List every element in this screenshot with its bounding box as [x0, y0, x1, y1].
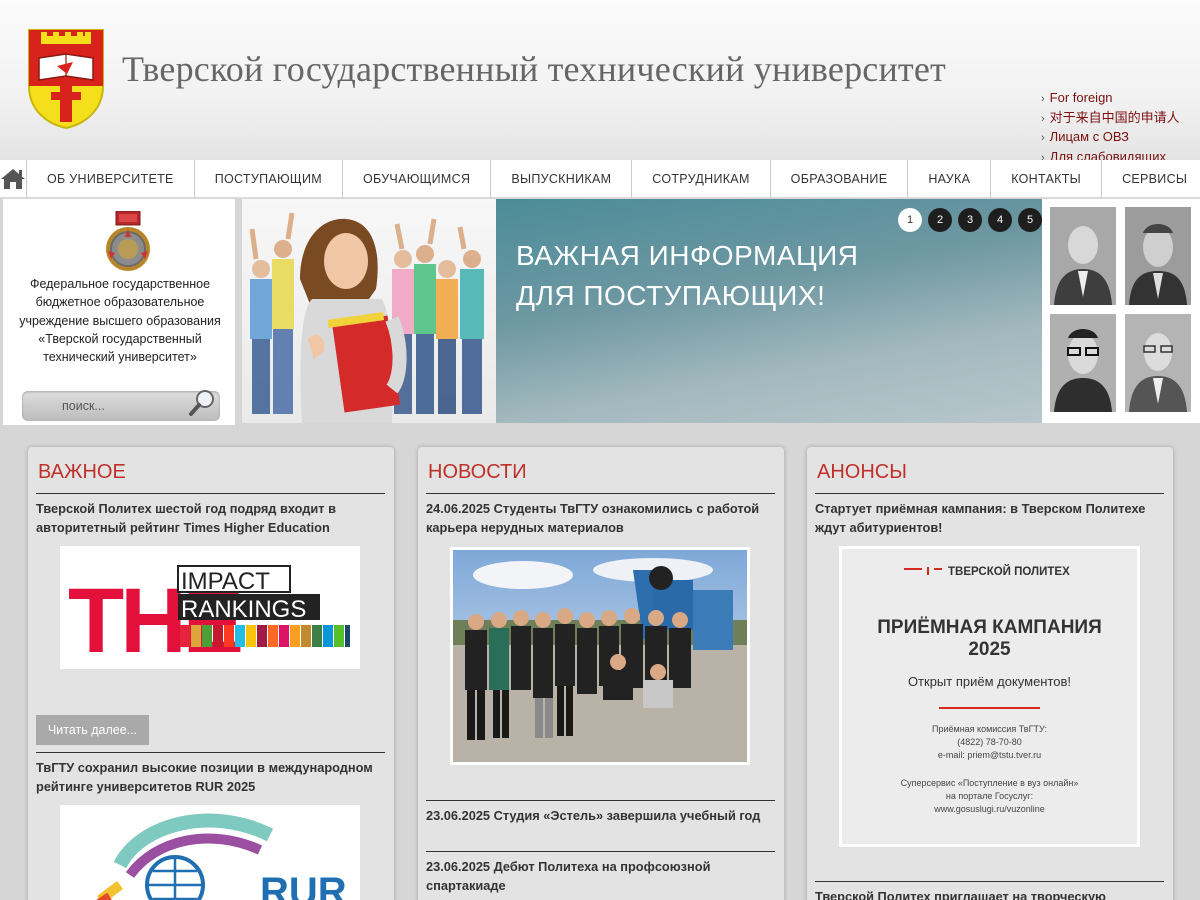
poster-service-portal: на портале Госуслуг: — [946, 791, 1033, 801]
organization-description: Федеральное государственное бюджетное об… — [19, 277, 221, 365]
divider — [36, 493, 385, 494]
rur-text: RUR — [260, 870, 347, 900]
news-quarry-photo[interactable] — [450, 547, 750, 765]
nav-graduates[interactable]: ВЫПУСКНИКАМ — [490, 159, 631, 198]
home-icon[interactable] — [0, 160, 26, 198]
search-icon[interactable] — [186, 387, 218, 419]
poster-subtitle: Открыт приём документов! — [908, 674, 1071, 689]
link-disabled-persons[interactable]: › Лицам с ОВЗ — [1041, 128, 1180, 148]
order-medal-icon — [106, 211, 150, 271]
banner-text-area: ВАЖНАЯ ИНФОРМАЦИЯ ДЛЯ ПОСТУПАЮЩИХ! 1 2 3… — [496, 199, 1042, 423]
search-box — [22, 390, 220, 421]
divider — [426, 493, 775, 494]
slider-dot-3[interactable]: 3 — [958, 208, 982, 232]
slider-dot-2[interactable]: 2 — [928, 208, 952, 232]
slider-dot-5[interactable]: 5 — [1018, 208, 1042, 232]
news-item-title[interactable]: 23.06.2025 Студия «Эстель» завершила уче… — [426, 807, 776, 826]
site-header: Тверской государственный технический уни… — [0, 0, 1200, 164]
poster-year: 2025 — [968, 639, 1011, 660]
nav-students[interactable]: ОБУЧАЮЩИМСЯ — [341, 159, 490, 198]
nav-education[interactable]: ОБРАЗОВАНИЕ — [769, 159, 908, 198]
divider — [815, 881, 1164, 882]
portrait-photo[interactable] — [1050, 314, 1116, 412]
nav-about[interactable]: ОБ УНИВЕРСИТЕТЕ — [26, 159, 194, 198]
portrait-photo[interactable] — [1050, 207, 1116, 305]
chevron-right-icon: › — [1041, 132, 1045, 145]
left-info-panel: Федеральное государственное бюджетное об… — [3, 199, 235, 425]
banner-students-image — [242, 199, 496, 423]
poster-title: ПРИЁМНАЯ КАМПАНИЯ — [877, 617, 1101, 638]
nav-applicants[interactable]: ПОСТУПАЮЩИМ — [193, 159, 342, 198]
portrait-photo[interactable] — [1125, 207, 1191, 305]
divider — [426, 800, 775, 801]
important-item-title[interactable]: ТвГТУ сохранил высокие позиции в междуна… — [36, 759, 386, 796]
banner-headline[interactable]: ВАЖНАЯ ИНФОРМАЦИЯ ДЛЯ ПОСТУПАЮЩИХ! — [516, 236, 936, 316]
slider-dot-4[interactable]: 4 — [988, 208, 1012, 232]
portraits-panel — [1042, 199, 1200, 423]
news-item-title[interactable]: 24.06.2025 Студенты ТвГТУ ознакомились с… — [426, 500, 776, 537]
chevron-right-icon: › — [1041, 112, 1045, 125]
poster-service-url: www.gosuslugi.ru/vuzonline — [933, 804, 1045, 814]
slider-dot-1[interactable]: 1 — [898, 208, 922, 232]
important-item-title[interactable]: Тверской Политех шестой год подряд входи… — [36, 500, 386, 537]
chevron-right-icon: › — [1041, 93, 1045, 105]
the-impact-rankings-image[interactable]: THE IMPACT RANKINGS — [60, 546, 360, 669]
nav-services[interactable]: СЕРВИСЫ — [1101, 159, 1200, 198]
announcements-heading: АНОНСЫ — [817, 461, 907, 483]
poster-email: e-mail: priem@tstu.tver.ru — [938, 750, 1041, 760]
university-crest-icon[interactable] — [27, 28, 105, 130]
poster-brand: ТВЕРСКОЙ ПОЛИТЕХ — [948, 565, 1070, 578]
news-item-title[interactable]: 23.06.2025 Дебют Политеха на профсоюзной… — [426, 858, 776, 895]
news-heading: НОВОСТИ — [428, 461, 527, 483]
announcement-item-title[interactable]: Тверской Политех приглашает на творческу… — [815, 888, 1165, 900]
link-chinese-applicants[interactable]: › 对于来自中国的申请人 — [1041, 109, 1180, 129]
main-nav: ОБ УНИВЕРСИТЕТЕ ПОСТУПАЮЩИМ ОБУЧАЮЩИМСЯ … — [0, 159, 1200, 198]
announcement-item-title[interactable]: Стартует приёмная кампания: в Тверском П… — [815, 500, 1165, 537]
read-more-button[interactable]: Читать далее... — [36, 715, 149, 745]
slider-pagination: 1 2 3 4 5 — [898, 208, 1042, 232]
nav-contacts[interactable]: КОНТАКТЫ — [990, 159, 1101, 198]
divider — [36, 752, 385, 753]
rur-logo-image[interactable]: RUR — [60, 805, 360, 900]
poster-contact: Приёмная комиссия ТвГТУ: — [932, 724, 1047, 734]
banner-slider[interactable]: ВАЖНАЯ ИНФОРМАЦИЯ ДЛЯ ПОСТУПАЮЩИХ! 1 2 3… — [242, 199, 1042, 423]
link-for-foreign[interactable]: › For foreign — [1041, 89, 1180, 109]
poster-phone: (4822) 78-70-80 — [957, 737, 1022, 747]
admission-campaign-poster[interactable]: ТВЕРСКОЙ ПОЛИТЕХ ПРИЁМНАЯ КАМПАНИЯ 2025 … — [839, 546, 1140, 847]
nav-staff[interactable]: СОТРУДНИКАМ — [631, 159, 769, 198]
announcements-column: АНОНСЫ Стартует приёмная кампания: в Тве… — [807, 447, 1173, 900]
important-column: ВАЖНОЕ Тверской Политех шестой год подря… — [28, 447, 394, 900]
search-input[interactable] — [32, 395, 182, 417]
top-links: › For foreign › 对于来自中国的申请人 › Лицам с ОВЗ › Д… — [1041, 89, 1180, 167]
portrait-photo[interactable] — [1125, 314, 1191, 412]
divider — [426, 851, 775, 852]
divider — [815, 493, 1164, 494]
impact-text: IMPACT — [181, 568, 270, 595]
important-heading: ВАЖНОЕ — [38, 461, 126, 483]
poster-service: Суперсервис «Поступление в вуз онлайн» — [901, 778, 1079, 788]
nav-science[interactable]: НАУКА — [907, 159, 990, 198]
news-column: НОВОСТИ 24.06.2025 Студенты ТвГТУ ознако… — [418, 447, 784, 900]
site-title[interactable]: Тверской государственный технический уни… — [122, 48, 946, 90]
rankings-text: RANKINGS — [181, 596, 306, 623]
